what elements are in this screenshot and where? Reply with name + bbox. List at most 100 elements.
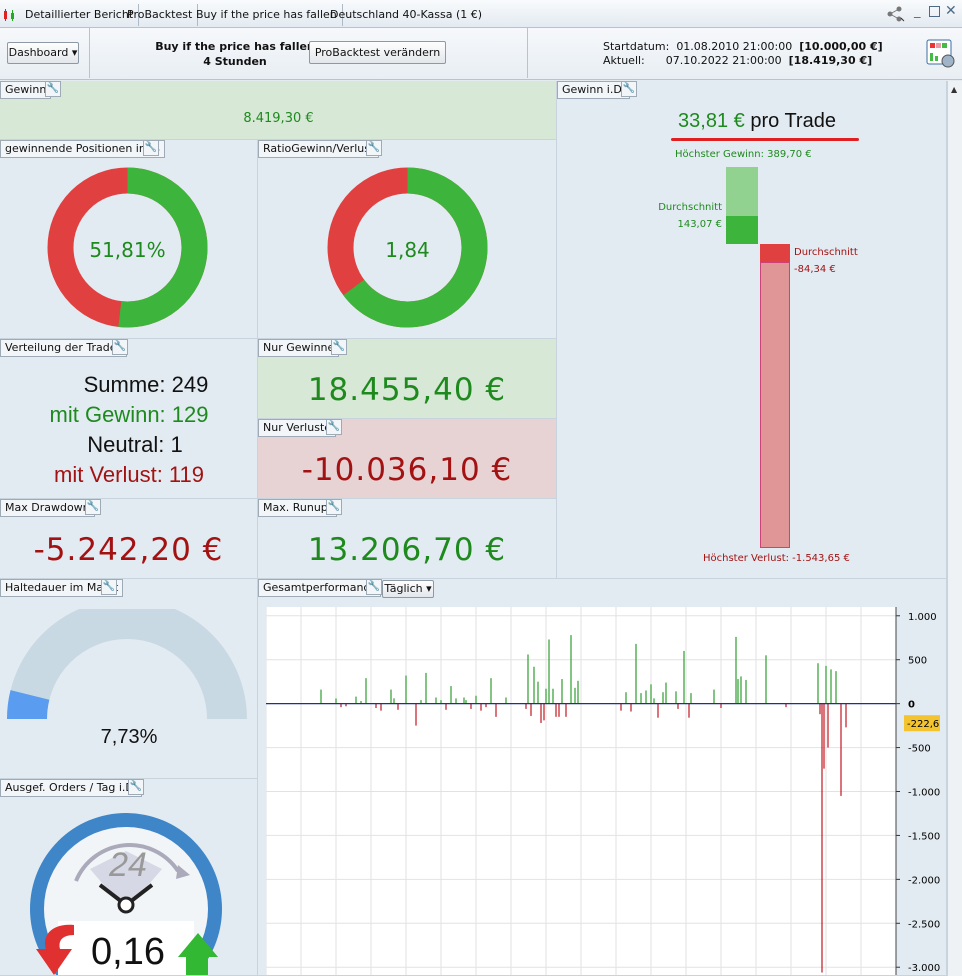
panel-max-drawdown: Max Drawdown 🔧 -5.242,20 € <box>0 499 258 579</box>
down-arrow-icon <box>36 924 74 975</box>
ratio-value: 1,84 <box>385 238 430 262</box>
y-tick-label: 500 <box>908 656 927 667</box>
gewinn-value: 8.419,30 € <box>243 111 314 126</box>
max-runup-value: 13.206,70 € <box>307 532 507 568</box>
losing-trades: mit Verlust: 119 <box>54 462 204 487</box>
panel-title: Ausgef. Orders / Tag i.D. <box>0 779 143 797</box>
tab-bar: Detaillierter Bericht ProBacktest Buy if… <box>0 0 962 28</box>
panel-only-gains: Nur Gewinne 🔧 18.455,40 € <box>258 339 557 419</box>
max-drawdown-value: -5.242,20 € <box>33 532 224 568</box>
avg-gain-bar <box>726 216 758 244</box>
per-trade-heading: 33,81 € pro Trade <box>557 110 946 133</box>
wrench-icon[interactable]: 🔧 <box>128 779 144 795</box>
underline <box>671 138 859 141</box>
vertical-scrollbar[interactable]: ▲ <box>947 81 962 976</box>
panel-title: Max Drawdown <box>0 499 95 517</box>
highest-gain-bar <box>726 167 758 216</box>
panel-title: Gewinn i.D. <box>557 81 631 99</box>
avg-loss-bar <box>760 244 790 262</box>
panel-max-runup: Max. Runup: 🔧 13.206,70 € <box>258 499 557 579</box>
modify-backtest-button[interactable]: ProBacktest verändern <box>309 41 446 64</box>
y-tick-label: -500 <box>908 744 931 755</box>
panel-ratio: RatioGewinn/Verlust 🔧 1,84 <box>258 140 557 339</box>
avg-gain-value: 143,07 € <box>677 219 722 230</box>
panel-title: Gewinn <box>0 81 52 99</box>
wrench-icon[interactable]: 🔧 <box>326 499 342 515</box>
wrench-icon[interactable]: 🔧 <box>366 579 382 595</box>
y-tick-label: -2.500 <box>908 919 940 930</box>
wrench-icon[interactable]: 🔧 <box>45 81 61 97</box>
up-arrow-icon <box>178 933 218 975</box>
neutral-trades: Neutral: 1 <box>87 432 183 457</box>
only-gains-value: 18.455,40 € <box>307 372 507 408</box>
tab-strategy[interactable]: Buy if the price has fallen <box>191 4 343 26</box>
tab-instrument[interactable]: Deutschland 40-Kassa (1 €) <box>325 4 487 26</box>
highest-loss: Höchster Verlust: -1.543,65 € <box>703 553 850 564</box>
close-icon[interactable]: ✕ <box>945 3 957 19</box>
avg-loss-value: -84,34 € <box>794 264 836 275</box>
current-amount: [18.419,30 €] <box>788 54 873 67</box>
minimize-icon[interactable]: _ <box>914 4 921 19</box>
strategy-name: Buy if the price has fallen <box>155 40 315 53</box>
divider <box>89 28 90 78</box>
y-tick-label: 1.000 <box>908 612 937 623</box>
holding-time-value: 7,73% <box>100 726 158 748</box>
dashboard-label: Dashboard <box>8 46 69 59</box>
per-trade-value: 33,81 € <box>678 110 745 132</box>
trade-distribution-list: Summe: 249 mit Gewinn: 129 Neutral: 1 mi… <box>0 370 257 490</box>
share-icon[interactable] <box>886 6 906 26</box>
clock-center <box>117 896 135 914</box>
per-trade-label: pro Trade <box>750 110 836 132</box>
clock-label: 24 <box>109 846 147 884</box>
panel-title: Verteilung der Trades <box>0 339 128 357</box>
wrench-icon[interactable]: 🔧 <box>621 81 637 97</box>
current-date: 07.10.2022 21:00:00 <box>665 54 782 67</box>
wrench-icon[interactable]: 🔧 <box>331 339 347 355</box>
panel-title: Nur Gewinne <box>258 339 340 357</box>
y-tick-label: -1.500 <box>908 831 940 842</box>
panel-holding-time: Haltedauer im Markt 🔧 7,73% <box>0 579 258 779</box>
report-settings-icon[interactable] <box>926 39 956 73</box>
scroll-up-icon[interactable]: ▲ <box>951 85 957 94</box>
report-header: Dashboard ▾ Buy if the price has fallen … <box>0 28 962 80</box>
wrench-icon[interactable]: 🔧 <box>101 579 117 595</box>
date-info: Startdatum: 01.08.2010 21:00:00 [10.000,… <box>603 40 883 68</box>
wrench-icon[interactable]: 🔧 <box>366 140 382 156</box>
current-label: Aktuell: <box>603 54 645 67</box>
y-tick-label: -1.000 <box>908 788 940 799</box>
current-value-label: -222,6 <box>907 719 939 730</box>
panel-title: RatioGewinn/Verlust <box>258 140 380 158</box>
panel-title: gewinnende Positionen in % <box>0 140 165 158</box>
panel-title: Gesamtperformance <box>258 579 382 597</box>
period-dropdown[interactable]: Täglich ▾ <box>382 580 434 598</box>
tab-probacktest[interactable]: ProBacktest <box>122 4 199 26</box>
sum-trades: Summe: 249 <box>83 372 209 397</box>
wrench-icon[interactable]: 🔧 <box>85 499 101 515</box>
performance-chart: 1.000 500 0 -500 -1.000 -1.500 -2.000 -2.500 -3.… <box>266 607 940 975</box>
panel-title: Max. Runup: <box>258 499 337 517</box>
panel-only-losses: Nur Verluste 🔧 -10.036,10 € <box>258 419 557 499</box>
period-label: Täglich <box>384 582 423 595</box>
panel-trade-distribution: Verteilung der Trades 🔧 Summe: 249 mit G… <box>0 339 258 499</box>
panel-overall-performance: Gesamtperformance 🔧 Täglich ▾ 1.000 500 0 -… <box>258 579 947 976</box>
candlestick-icon <box>2 7 16 21</box>
maximize-icon[interactable] <box>929 6 940 17</box>
y-tick-label: -2.000 <box>908 875 940 886</box>
panel-title: Nur Verluste <box>258 419 337 437</box>
start-amount: [10.000,00 €] <box>799 40 883 53</box>
highest-gain: Höchster Gewinn: 389,70 € <box>675 149 812 160</box>
timeframe: 4 Stunden <box>203 55 267 68</box>
win-pct-value: 51,81% <box>89 238 166 262</box>
start-date: 01.08.2010 21:00:00 <box>676 40 793 53</box>
dashboard-dropdown[interactable]: Dashboard ▾ <box>7 42 79 64</box>
only-losses-value: -10.036,10 € <box>301 452 513 488</box>
divider <box>527 28 528 78</box>
wrench-icon[interactable]: 🔧 <box>143 140 159 156</box>
panel-gewinn: Gewinn 🔧 8.419,30 € <box>0 81 557 140</box>
wrench-icon[interactable]: 🔧 <box>112 339 128 355</box>
panel-gain-per-trade: Gewinn i.D. 🔧 33,81 € pro Trade Höchster… <box>557 81 947 579</box>
panel-win-percentage: gewinnende Positionen in % 🔧 51,81% <box>0 140 258 339</box>
wrench-icon[interactable]: 🔧 <box>326 419 342 435</box>
winning-trades: mit Gewinn: 129 <box>49 402 209 427</box>
avg-gain-label: Durchschnitt <box>658 202 722 213</box>
